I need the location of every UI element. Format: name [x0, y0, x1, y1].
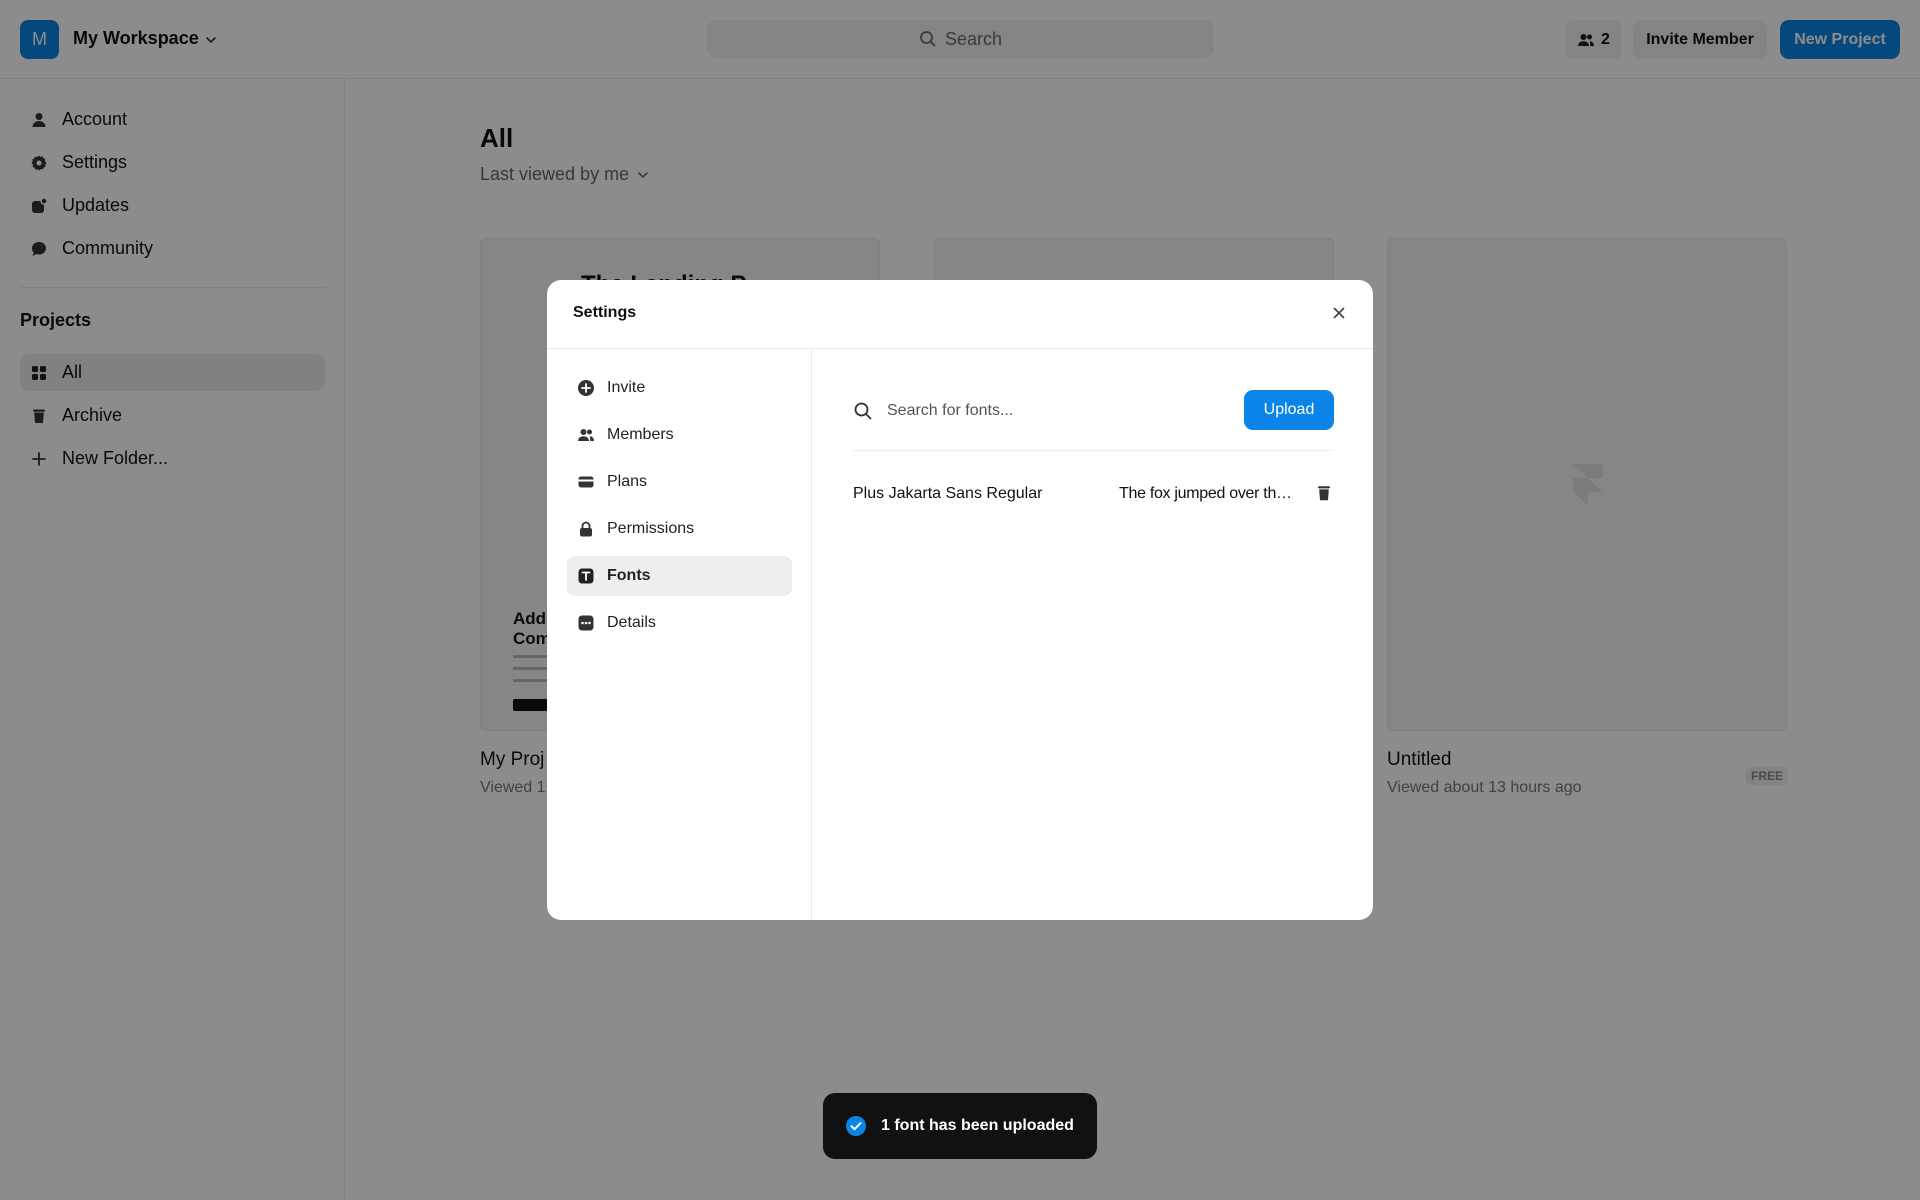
- members-icon: [578, 429, 594, 441]
- settings-nav-label: Members: [607, 426, 674, 443]
- font-icon: [578, 568, 594, 584]
- fonts-divider: [853, 450, 1334, 451]
- check-circle-icon: [846, 1116, 866, 1136]
- fonts-panel: Upload Plus Jakarta Sans Regular The fox…: [813, 349, 1373, 920]
- settings-nav-details[interactable]: Details: [567, 603, 792, 643]
- trash-icon[interactable]: [1315, 484, 1333, 502]
- settings-nav-label: Invite: [607, 379, 646, 396]
- settings-modal: Settings Invite Members Plans Permission…: [547, 280, 1373, 920]
- upload-toast: 1 font has been uploaded: [823, 1093, 1097, 1159]
- font-list-item[interactable]: Plus Jakarta Sans Regular The fox jumped…: [853, 479, 1334, 509]
- settings-nav-label: Fonts: [607, 567, 651, 584]
- modal-title: Settings: [573, 304, 637, 321]
- settings-nav-fonts[interactable]: Fonts: [567, 556, 792, 596]
- toast-message: 1 font has been uploaded: [881, 1117, 1074, 1134]
- settings-nav-label: Plans: [607, 473, 648, 490]
- font-search-input[interactable]: [887, 391, 1217, 431]
- plus-circle-icon: [578, 380, 594, 396]
- modal-header: Settings: [547, 280, 1373, 349]
- upload-button[interactable]: Upload: [1244, 390, 1334, 430]
- settings-nav-plans[interactable]: Plans: [567, 462, 792, 502]
- close-icon[interactable]: [1330, 304, 1348, 322]
- font-preview: The fox jumped over the lazy dog: [1119, 485, 1295, 502]
- details-icon: [578, 615, 594, 631]
- settings-nav-permissions[interactable]: Permissions: [567, 509, 792, 549]
- settings-nav-label: Permissions: [607, 520, 695, 537]
- settings-nav-members[interactable]: Members: [567, 415, 792, 455]
- lock-icon: [580, 521, 592, 537]
- font-name: Plus Jakarta Sans Regular: [853, 485, 1043, 502]
- search-icon: [854, 402, 872, 420]
- settings-nav: Invite Members Plans Permissions Fonts D…: [547, 349, 812, 920]
- credit-card-icon: [578, 476, 594, 488]
- settings-nav-invite[interactable]: Invite: [567, 368, 792, 408]
- settings-nav-label: Details: [607, 614, 656, 631]
